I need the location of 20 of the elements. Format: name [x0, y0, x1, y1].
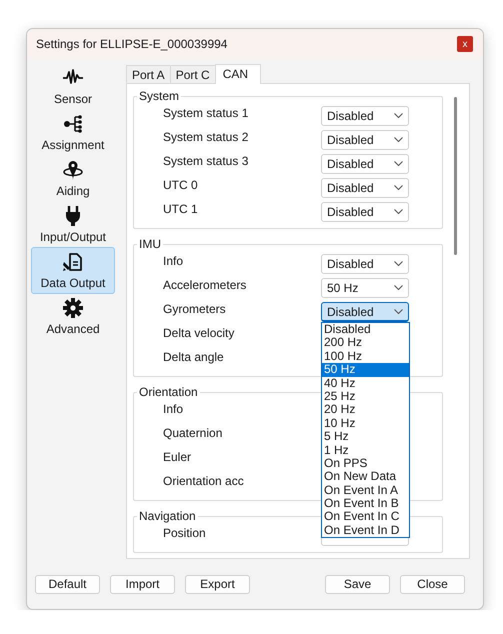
field-label: Gyrometers — [163, 302, 226, 316]
field-label: Quaternion — [163, 426, 222, 440]
group-title: Navigation — [138, 509, 197, 523]
group-title: System — [138, 89, 180, 103]
group-title: IMU — [138, 237, 162, 251]
field-label: Delta velocity — [163, 326, 234, 340]
field-label: System status 2 — [163, 130, 248, 144]
field-label: Accelerometers — [163, 278, 246, 292]
field-label: Position — [163, 526, 206, 540]
field-label: Euler — [163, 450, 192, 464]
field-label: UTC 1 — [163, 202, 198, 216]
field-label: System status 1 — [163, 106, 248, 120]
field-label: Delta angle — [163, 350, 224, 364]
field-label: Orientation acc — [163, 474, 244, 488]
field-label: Info — [163, 402, 184, 416]
window-title: Settings for ELLIPSE-E_000039994 — [36, 37, 228, 51]
field-label: UTC 0 — [163, 178, 198, 192]
group-title: Orientation — [138, 385, 199, 399]
field-label: System status 3 — [163, 154, 248, 168]
field-label: Info — [163, 254, 184, 268]
